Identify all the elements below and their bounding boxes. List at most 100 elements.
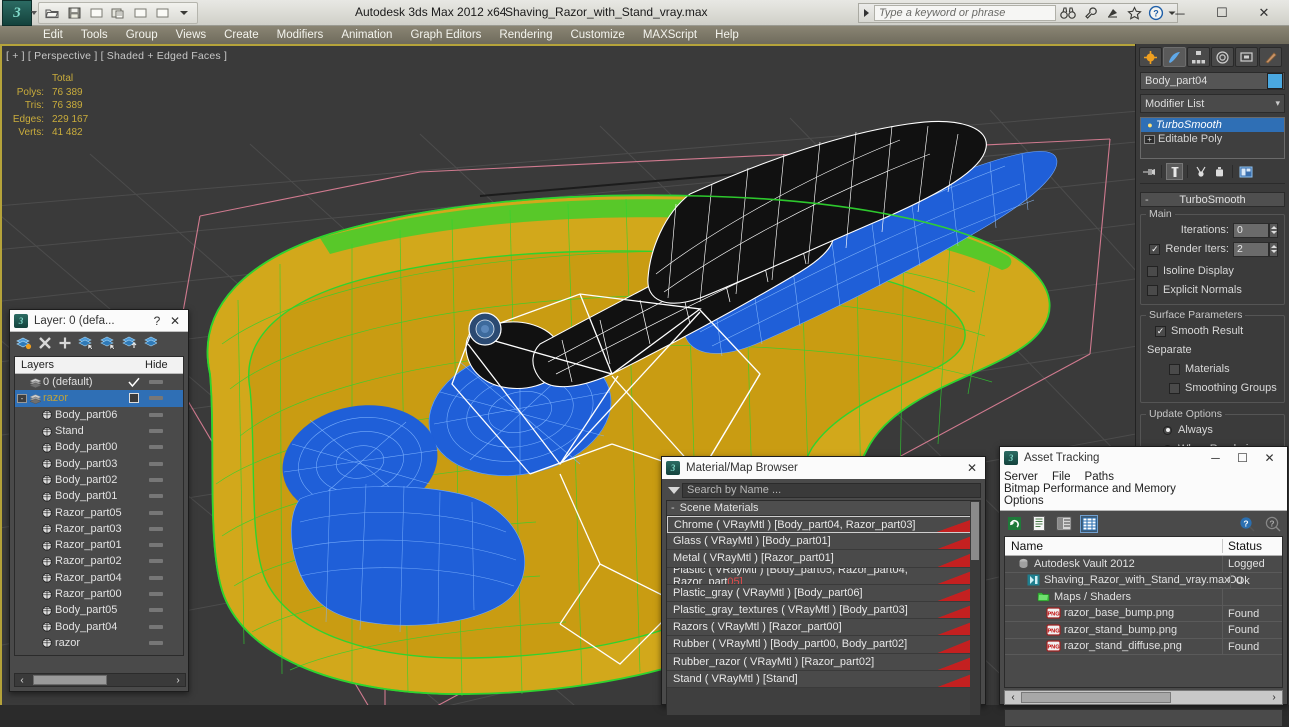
menu-item-tools[interactable]: Tools [72,26,117,44]
layer-row[interactable]: Body_part04 [15,618,183,634]
select-objects-icon[interactable] [78,335,94,353]
lightbulb-icon[interactable]: ● [1144,120,1156,130]
isoline-display-checkbox[interactable] [1147,265,1158,277]
render-iters-checkbox[interactable]: ✓ [1149,243,1161,255]
motion-tab-icon[interactable] [1211,47,1234,67]
layer-row-toggle[interactable] [123,393,145,404]
material-list-item[interactable]: Razors ( VRayMtl ) [Razor_part00] [667,619,980,637]
layer-dialog-close-button[interactable]: ✕ [166,314,184,328]
select-highlighted-icon[interactable] [100,335,116,353]
viewport-label[interactable]: [ + ] [ Perspective ] [ Shaded + Edged F… [6,50,227,62]
list-view-icon[interactable] [1030,515,1048,533]
layer-row[interactable]: Stand [15,423,183,439]
scroll-right-arrow-icon[interactable]: › [171,675,185,686]
asset-row[interactable]: PNG razor_base_bump.png Found [1005,605,1282,622]
save-file-icon[interactable] [64,4,84,22]
layer-row[interactable]: Body_part02 [15,472,183,488]
asset-minimize-button[interactable]: ─ [1202,451,1229,465]
layer-row-hide-cell[interactable] [145,380,183,385]
scrollbar-thumb[interactable] [971,502,979,560]
layer-row-hide-cell[interactable] [145,592,183,596]
modifier-stack[interactable]: ● TurboSmooth + Editable Poly [1140,117,1285,159]
layer-row-hide-cell[interactable] [145,445,183,450]
layer-row[interactable]: Body_part06 [15,407,183,423]
asset-menu-file[interactable]: File [1052,471,1071,483]
layer-row[interactable]: Razor_part02 [15,553,183,569]
asset-row[interactable]: Autodesk Vault 2012 Logged Ou [1005,556,1282,586]
menu-item-group[interactable]: Group [117,26,167,44]
rollout-header[interactable]: - TurboSmooth [1140,192,1285,207]
scene-materials-section-header[interactable]: - Scene Materials [667,501,980,516]
set-project-icon[interactable] [152,4,172,22]
wrench-icon[interactable] [1079,4,1101,22]
asset-menu-server[interactable]: Server [1004,471,1038,483]
render-iters-stepper[interactable] [1269,241,1278,257]
search-dropdown-icon[interactable] [859,9,873,17]
create-tab-icon[interactable] [1139,47,1162,67]
asset-row[interactable]: PNG razor_stand_diffuse.png Found [1005,638,1282,655]
close-button[interactable]: ✕ [1243,2,1285,24]
layer-row[interactable]: Razor_part05 [15,504,183,520]
new-scene-icon[interactable] [130,4,150,22]
iterations-input[interactable]: 0 [1233,222,1269,238]
application-menu-caret-icon[interactable] [31,11,37,15]
asset-menu-bitmap[interactable]: Bitmap Performance and Memory [1004,483,1176,495]
maximize-button[interactable]: ☐ [1201,2,1243,24]
add-selection-icon[interactable] [58,336,72,353]
scrollbar-thumb[interactable] [1021,692,1171,703]
smooth-result-checkbox[interactable]: ✓ [1155,325,1166,337]
satellite-icon[interactable] [1101,4,1123,22]
asset-row[interactable]: Maps / Shaders [1005,589,1282,606]
qat-overflow-icon[interactable] [174,4,194,22]
layer-dialog-titlebar[interactable]: 3 Layer: 0 (defa... ? ✕ [10,310,188,332]
show-end-result-icon[interactable] [1166,163,1183,180]
material-browser-titlebar[interactable]: 3 Material/Map Browser ✕ [662,457,985,479]
menu-item-customize[interactable]: Customize [561,26,633,44]
material-list-item[interactable]: Metal ( VRayMtl ) [Razor_part01] [667,550,980,568]
scroll-left-arrow-icon[interactable]: ‹ [1005,692,1021,703]
layer-row-hide-cell[interactable] [145,396,183,401]
table-view-icon[interactable] [1080,514,1098,533]
smoothing-groups-checkbox[interactable] [1169,382,1180,394]
layer-horizontal-scrollbar[interactable]: ‹ › [14,673,186,687]
object-name-field[interactable]: Body_part04 [1140,72,1285,90]
stack-item-editable-poly[interactable]: + Editable Poly [1141,132,1284,146]
layer-row-hide-cell[interactable] [145,640,183,645]
menu-item-graph-editors[interactable]: Graph Editors [401,26,490,44]
scroll-left-arrow-icon[interactable]: ‹ [15,675,29,686]
scroll-right-arrow-icon[interactable]: › [1266,692,1282,703]
layer-row[interactable]: Razor_part01 [15,537,183,553]
layer-row[interactable]: Body_part03 [15,455,183,471]
asset-menu-paths[interactable]: Paths [1085,471,1114,483]
modifier-list-dropdown[interactable]: Modifier List ▾ [1140,94,1285,113]
application-menu-button[interactable]: 3 [2,0,32,26]
iterations-stepper[interactable] [1269,222,1278,238]
material-browser-close-button[interactable]: ✕ [963,461,981,475]
help-icon[interactable]: ? [1238,515,1256,533]
layer-dialog-help-button[interactable]: ? [148,314,166,328]
menu-item-help[interactable]: Help [706,26,748,44]
material-list-item[interactable]: Plastic_gray_textures ( VRayMtl ) [Body_… [667,601,980,620]
asset-row[interactable]: Shaving_Razor_with_Stand_vray.max Ok [1005,572,1282,589]
material-list-item[interactable]: Rubber_razor ( VRayMtl ) [Razor_part02] [667,653,980,671]
menu-item-modifiers[interactable]: Modifiers [268,26,333,44]
menu-item-views[interactable]: Views [167,26,215,44]
asset-close-button[interactable]: ✕ [1256,451,1283,465]
modify-tab-icon[interactable] [1163,47,1186,67]
refresh-icon[interactable] [1005,515,1023,533]
menu-item-maxscript[interactable]: MAXScript [634,26,706,44]
material-browser-menu-icon[interactable] [666,486,682,494]
layer-row-hide-cell[interactable] [145,429,183,434]
material-list-item[interactable]: Glass ( VRayMtl ) [Body_part01] [667,533,980,551]
display-tab-icon[interactable] [1235,47,1258,67]
layer-row-hide-cell[interactable] [145,543,183,548]
new-layer-icon[interactable] [15,335,32,353]
minimize-button[interactable]: ─ [1159,2,1201,24]
layer-row[interactable]: razor [15,635,183,651]
layer-row[interactable]: Razor_part04 [15,570,183,586]
layer-properties-icon[interactable] [144,335,158,353]
layer-row[interactable]: Razor_part03 [15,521,183,537]
material-vertical-scrollbar[interactable] [970,501,980,715]
asset-list[interactable]: Name Status Autodesk Vault 2012 Logged Ou… [1004,536,1283,688]
material-list[interactable]: - Scene Materials Chrome ( VRayMtl ) [Bo… [666,500,981,716]
